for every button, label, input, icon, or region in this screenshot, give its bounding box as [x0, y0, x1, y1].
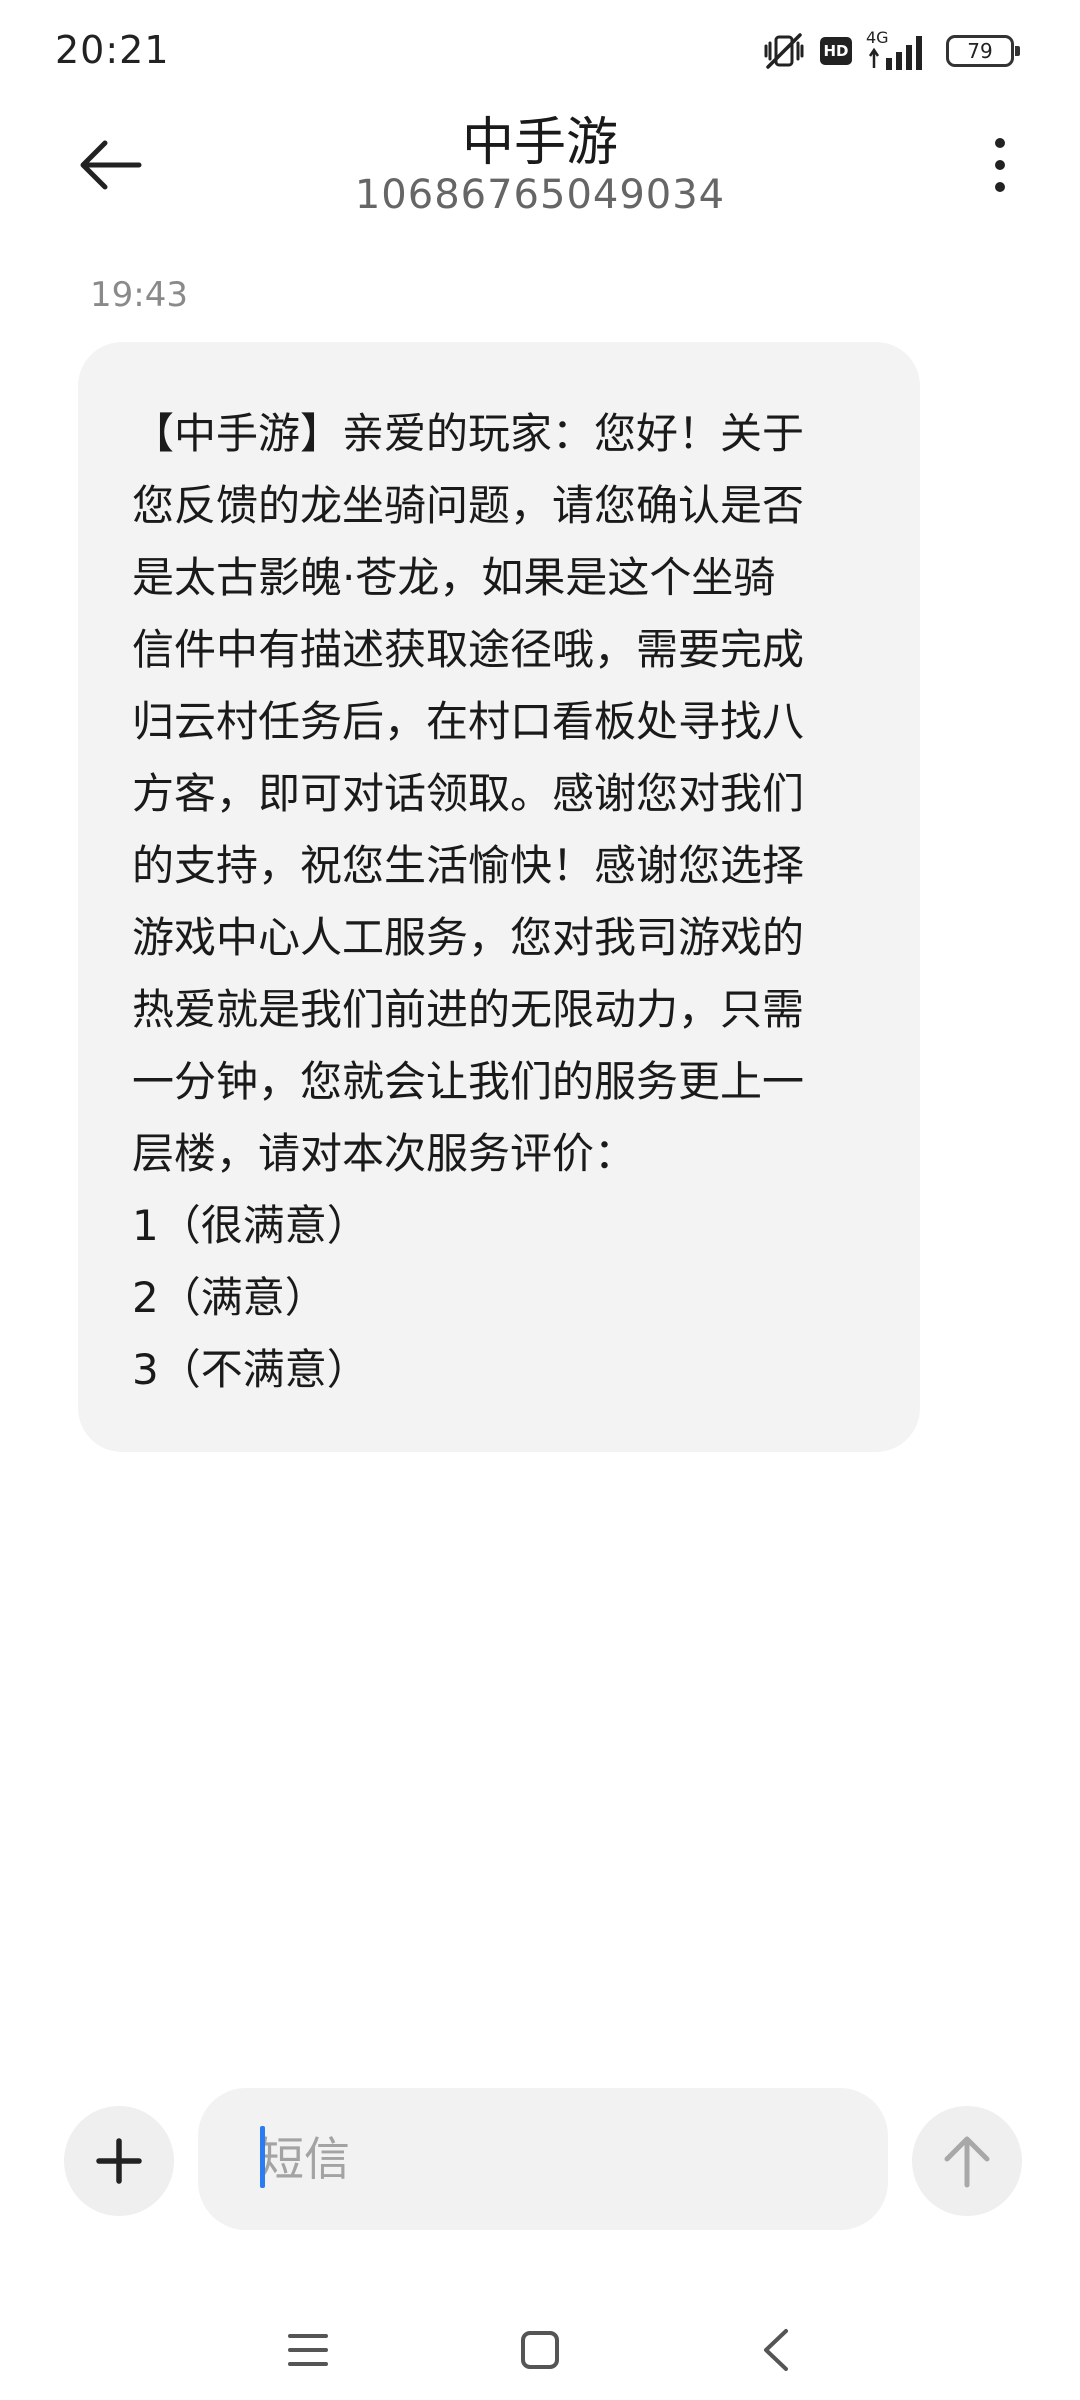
home-button[interactable]	[500, 2320, 580, 2380]
incoming-message-bubble[interactable]: 【中手游】亲爱的玩家：您好！关于 您反馈的龙坐骑问题，请您确认是否 是太古影魄·…	[78, 342, 920, 1452]
mute-vibrate-icon	[762, 31, 806, 71]
message-line: 3（不满意）	[132, 1345, 369, 1394]
message-line: 您反馈的龙坐骑问题，请您确认是否	[132, 481, 805, 530]
message-line: 2（满意）	[132, 1273, 327, 1322]
battery-level: 79	[946, 35, 1020, 67]
menu-icon	[288, 2334, 328, 2366]
message-line: 的支持，祝您生活愉快！感谢您选择	[132, 841, 805, 890]
message-line: 【中手游】亲爱的玩家：您好！关于	[132, 409, 805, 458]
contact-name: 中手游	[461, 113, 618, 173]
sms-conversation-screen: 20:21 HD 4G 79 中手游 10686765049034 19:43 …	[0, 0, 1080, 2400]
contact-number: 10686765049034	[354, 172, 726, 218]
status-time: 20:21	[55, 28, 170, 72]
message-line: 归云村任务后，在村口看板处寻找八	[132, 697, 805, 746]
conversation-header: 中手游 10686765049034	[0, 100, 1080, 230]
more-options-button[interactable]	[970, 120, 1030, 210]
send-arrow-up-icon	[944, 2136, 990, 2188]
message-line: 是太古影魄·苍龙，如果是这个坐骑	[132, 553, 776, 602]
network-generation: 4G	[866, 28, 889, 47]
status-icons: HD 4G 79	[748, 28, 1020, 72]
message-line: 热爱就是我们前进的无限动力，只需	[132, 985, 805, 1034]
plus-icon	[96, 2138, 142, 2184]
send-button[interactable]	[912, 2106, 1022, 2216]
message-text: 【中手游】亲爱的玩家：您好！关于 您反馈的龙坐骑问题，请您确认是否 是太古影魄·…	[132, 398, 866, 1406]
sms-input[interactable]	[198, 2088, 888, 2230]
battery-icon: 79	[946, 35, 1020, 67]
hd-badge: HD	[820, 37, 852, 65]
add-attachment-button[interactable]	[64, 2106, 174, 2216]
message-line: 方客，即可对话领取。感谢您对我们	[132, 769, 805, 818]
message-line: 信件中有描述获取途径哦，需要完成	[132, 625, 805, 674]
message-line: 一分钟，您就会让我们的服务更上一	[132, 1057, 805, 1106]
status-bar: 20:21 HD 4G 79	[0, 0, 1080, 100]
signal-icon: 4G	[866, 28, 932, 72]
recents-button[interactable]	[268, 2320, 348, 2380]
message-line: 游戏中心人工服务，您对我司游戏的	[132, 913, 805, 962]
system-back-button[interactable]	[736, 2320, 816, 2380]
system-nav-bar	[0, 2300, 1080, 2400]
hd-icon: HD	[820, 37, 852, 65]
more-vertical-icon	[995, 138, 1005, 192]
message-timestamp: 19:43	[90, 275, 188, 315]
message-line: 1（很满意）	[132, 1201, 369, 1250]
home-square-icon	[521, 2331, 559, 2369]
back-chevron-icon	[764, 2329, 788, 2371]
message-line: 层楼，请对本次服务评价：	[132, 1129, 637, 1178]
text-caret	[260, 2126, 265, 2188]
